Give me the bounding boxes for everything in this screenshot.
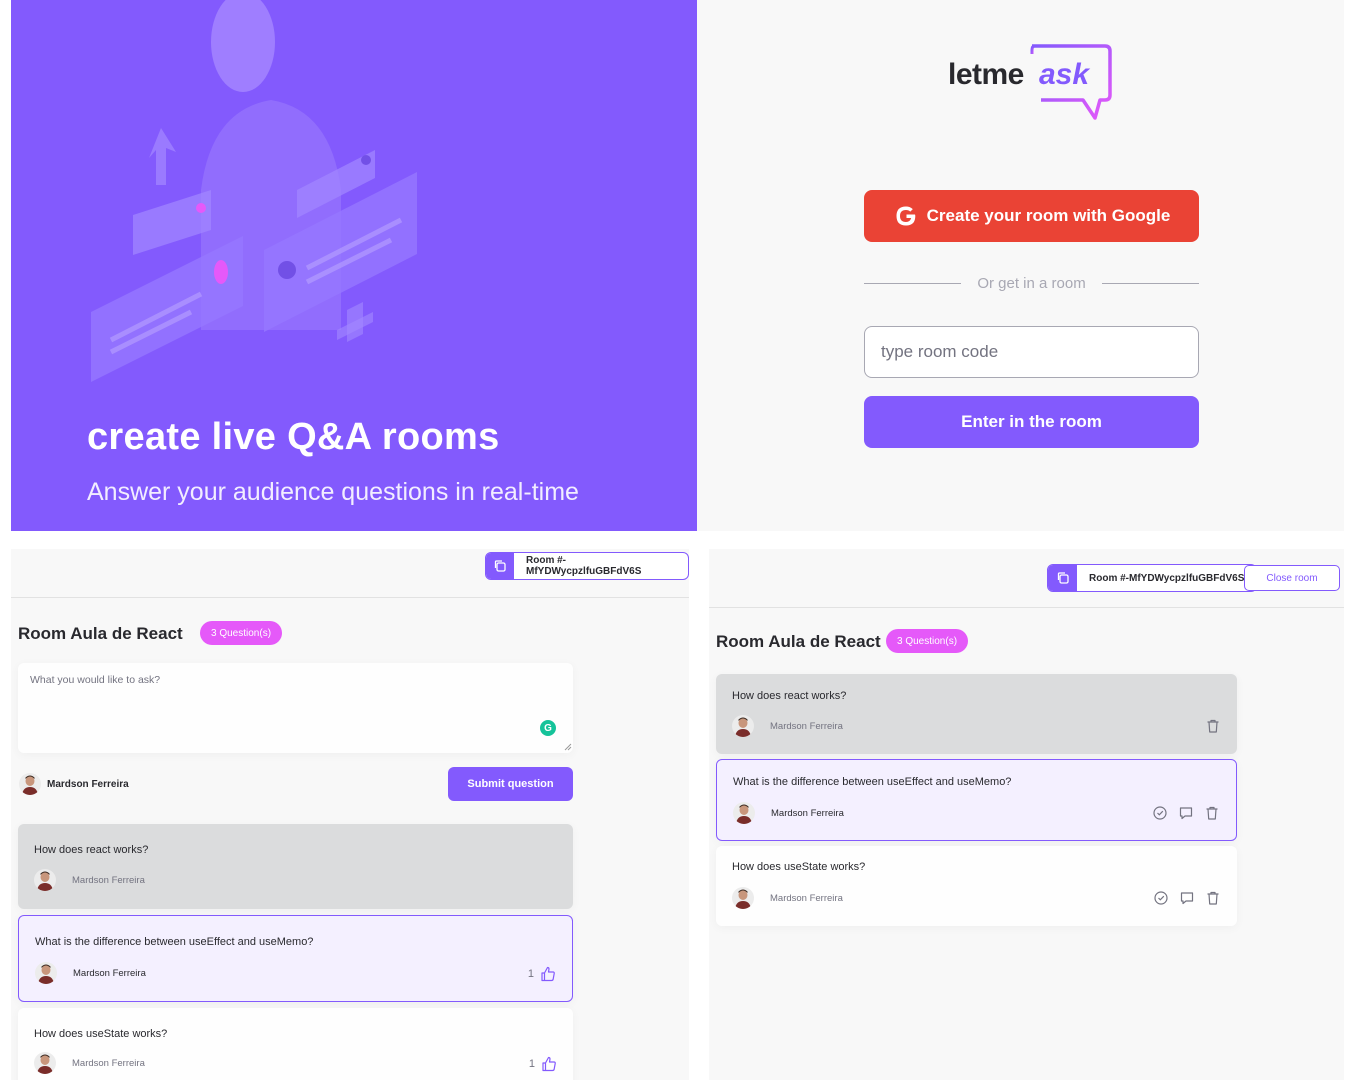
- question-text: How does useState works?: [732, 861, 866, 873]
- divider-text: Or get in a room: [977, 274, 1086, 292]
- author-name: Mardson Ferreira: [771, 807, 844, 819]
- check-circle-icon[interactable]: [1152, 805, 1168, 821]
- question-text: How does useState works?: [34, 1028, 168, 1040]
- room-code-text: Room #-MfYDWycpzlfuGBFdV6S: [1089, 572, 1245, 584]
- like-count: 1: [527, 968, 534, 980]
- qa-illustration: [91, 0, 417, 382]
- question-actions: [1153, 890, 1221, 906]
- question-textarea[interactable]: [18, 663, 573, 753]
- current-user: Mardson Ferreira: [19, 773, 129, 795]
- user-name: Mardson Ferreira: [47, 778, 129, 790]
- room-code-input[interactable]: [864, 326, 1199, 378]
- enter-room-button[interactable]: Enter in the room: [864, 396, 1199, 448]
- question-card: What is the difference between useEffect…: [18, 915, 573, 1002]
- room-title: Room Aula de React: [716, 632, 881, 651]
- author-name: Mardson Ferreira: [72, 1057, 145, 1069]
- author-avatar: [732, 715, 754, 737]
- grammarly-icon[interactable]: G: [540, 720, 556, 736]
- resize-handle-icon[interactable]: [564, 743, 572, 751]
- user-avatar: [19, 773, 41, 795]
- divider-line-left: [864, 282, 962, 284]
- chat-bubble-icon[interactable]: [1179, 890, 1195, 906]
- question-author: Mardson Ferreira: [35, 962, 146, 984]
- trash-icon[interactable]: [1205, 718, 1221, 734]
- like-button[interactable]: 1: [528, 966, 556, 982]
- question-card: What is the difference between useEffect…: [716, 759, 1237, 841]
- close-room-button[interactable]: Close room: [1244, 565, 1340, 591]
- question-text: How does react works?: [34, 844, 149, 856]
- question-card: How does useState works? Mardson Ferreir…: [716, 846, 1237, 926]
- question-author: Mardson Ferreira: [34, 1052, 145, 1074]
- question-actions: [1152, 805, 1220, 821]
- question-author: Mardson Ferreira: [34, 869, 145, 891]
- header-divider: [709, 607, 1344, 608]
- question-card: How does useState works? Mardson Ferreir…: [18, 1008, 573, 1080]
- author-name: Mardson Ferreira: [72, 874, 145, 886]
- thumbs-up-icon: [541, 966, 555, 982]
- admin-room-panel: Room #-MfYDWycpzlfuGBFdV6S Close room Ro…: [709, 549, 1344, 1080]
- google-icon: [896, 206, 915, 226]
- header-divider: [11, 597, 689, 598]
- thumbs-up-icon: [542, 1056, 556, 1072]
- author-name: Mardson Ferreira: [770, 720, 843, 732]
- question-author: Mardson Ferreira: [733, 802, 844, 824]
- auth-panel: letme ask Create your room with Google O…: [697, 0, 1344, 531]
- question-card: How does react works? Mardson Ferreira: [716, 674, 1237, 754]
- like-button[interactable]: 1: [529, 1056, 557, 1072]
- check-circle-icon[interactable]: [1153, 890, 1169, 906]
- google-button-label: Create your room with Google: [926, 206, 1171, 225]
- copy-icon: [486, 553, 514, 579]
- letmeask-logo: letme ask: [945, 40, 1117, 126]
- hero-subtitle: Answer your audience questions in real-t…: [87, 478, 579, 506]
- author-avatar: [34, 869, 56, 891]
- question-count-badge: 3 Question(s): [200, 621, 283, 645]
- like-count: 1: [528, 1058, 535, 1070]
- question-text: What is the difference between useEffect…: [733, 776, 1012, 788]
- logo-text-letme: letme: [948, 58, 1024, 91]
- trash-icon[interactable]: [1205, 890, 1221, 906]
- submit-question-button[interactable]: Submit question: [448, 767, 573, 801]
- room-title: Room Aula de React: [18, 624, 183, 643]
- copy-icon: [1048, 565, 1077, 591]
- author-avatar: [732, 887, 754, 909]
- or-divider: Or get in a room: [864, 272, 1200, 294]
- author-avatar: [35, 962, 57, 984]
- question-author: Mardson Ferreira: [732, 715, 843, 737]
- chat-bubble-icon[interactable]: [1178, 805, 1194, 821]
- question-text: How does react works?: [732, 690, 847, 702]
- divider-line-right: [1101, 282, 1200, 284]
- trash-icon[interactable]: [1204, 805, 1220, 821]
- user-room-panel: Room #-MfYDWycpzlfuGBFdV6S Room Aula de …: [11, 549, 689, 1080]
- author-name: Mardson Ferreira: [770, 892, 843, 904]
- question-count-badge: 3 Question(s): [886, 629, 969, 653]
- create-room-google-button[interactable]: Create your room with Google: [864, 190, 1199, 242]
- question-text: What is the difference between useEffect…: [35, 936, 314, 948]
- room-code-button[interactable]: Room #-MfYDWycpzlfuGBFdV6S: [1047, 564, 1258, 592]
- question-author: Mardson Ferreira: [732, 887, 843, 909]
- author-avatar: [34, 1052, 56, 1074]
- hero-title: create live Q&A rooms: [87, 416, 500, 458]
- room-code-button[interactable]: Room #-MfYDWycpzlfuGBFdV6S: [485, 552, 689, 580]
- logo-text-ask: ask: [1039, 58, 1090, 91]
- question-card: How does react works? Mardson Ferreira: [18, 824, 573, 909]
- hero-panel: create live Q&A rooms Answer your audien…: [11, 0, 697, 531]
- question-actions: [1205, 718, 1221, 734]
- room-code-text: Room #-MfYDWycpzlfuGBFdV6S: [526, 555, 642, 577]
- author-avatar: [733, 802, 755, 824]
- author-name: Mardson Ferreira: [73, 967, 146, 979]
